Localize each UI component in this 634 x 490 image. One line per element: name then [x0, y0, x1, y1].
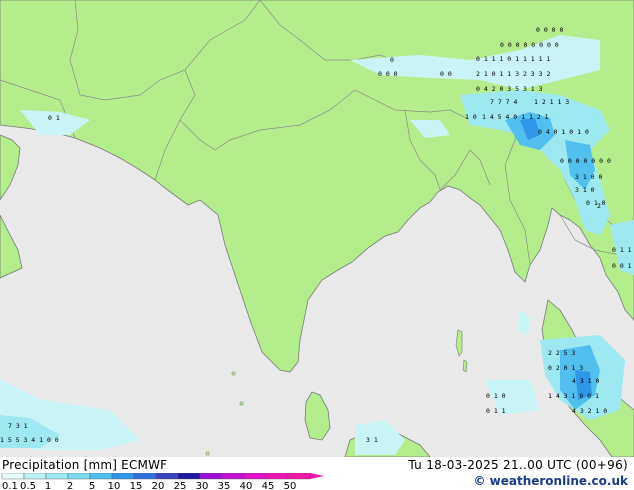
- legend-label: 40: [240, 481, 253, 490]
- legend-swatch: [111, 473, 135, 480]
- legend-swatch: [45, 473, 69, 480]
- precip-number: 7 7 7 4: [490, 98, 517, 106]
- precip-number: 0 1 1: [486, 407, 506, 415]
- legend-label: 50: [284, 481, 297, 490]
- precip-number: 3 1: [366, 436, 378, 444]
- legend-swatch: [243, 473, 267, 480]
- legend-label: 25: [174, 481, 187, 490]
- precip-number: 0 0 0: [378, 70, 398, 78]
- legend-swatch: [177, 473, 201, 480]
- precipitation-map: 0 0 0 0 0 0 0 0 0 0 0 0 0 0 0 0 0 2 1 0 …: [0, 0, 634, 457]
- precip-number: 1 2 1 1 3: [534, 98, 569, 106]
- legend-swatch: [1, 473, 25, 480]
- legend-swatch: [199, 473, 223, 480]
- precip-number: 1 0: [465, 113, 477, 121]
- legend-label: 45: [262, 481, 275, 490]
- precip-number: 0: [390, 56, 394, 64]
- precip-number: 0 0 1: [612, 262, 632, 270]
- precip-number: 1 4 3 1 9 0 1: [548, 392, 599, 400]
- legend-label: 0.5: [20, 481, 36, 490]
- precip-number: 0 2 0 1 3: [548, 364, 583, 372]
- precip-number: 0 1: [48, 114, 60, 122]
- precip-number: 0 4 0 1 0 1 0: [538, 128, 589, 136]
- precip-number: 0 0 0 0 0 0 0: [560, 157, 611, 165]
- map-title: Precipitation [mm] ECMWF: [2, 458, 168, 472]
- legend-swatch: [89, 473, 113, 480]
- legend-label: 30: [196, 481, 209, 490]
- legend-label: 5: [89, 481, 95, 490]
- map-footer: Precipitation [mm] ECMWF Tu 18-03-2025 2…: [0, 457, 634, 490]
- precip-number: 1 5 5 3 4 1 0 0: [0, 436, 59, 444]
- legend-label: 1: [45, 481, 51, 490]
- precip-number: 4 3 1 0: [572, 377, 599, 385]
- legend-swatch: [23, 473, 47, 480]
- precip-number: 0 0: [440, 70, 452, 78]
- precip-number: 2 2 5 3: [548, 349, 575, 357]
- precip-number: 0 4 2 0 3 5 3 1 3: [476, 85, 543, 93]
- legend-label: 10: [108, 481, 121, 490]
- legend-swatch: [155, 473, 179, 480]
- legend-label: 0.1: [2, 481, 18, 490]
- legend-swatch: [265, 473, 289, 480]
- legend-swatch: [67, 473, 91, 480]
- precip-number: 0 0 0 0: [536, 26, 563, 34]
- legend-label: 35: [218, 481, 231, 490]
- precip-number: 0 0 0 0 0 0 0 0: [500, 41, 559, 49]
- legend-label: 2: [67, 481, 73, 490]
- legend-label: 20: [152, 481, 165, 490]
- precip-number: 2 1 0 1 1 3 2 3 3 2: [476, 70, 550, 78]
- precip-number: 4 3 2 1 0: [572, 407, 607, 415]
- site-credit[interactable]: © weatheronline.co.uk: [473, 474, 628, 488]
- precip-number: 0 1 0: [486, 392, 506, 400]
- legend-arrow: [310, 473, 324, 479]
- precip-number: 3 1 0 0: [575, 173, 602, 181]
- precip-number: 7 3 1: [8, 422, 28, 430]
- precip-number: 3 1 0: [575, 186, 595, 194]
- forecast-datetime: Tu 18-03-2025 21..00 UTC (00+96): [408, 458, 628, 472]
- precipitation-legend: 0.1 0.5 1 2 5 10 15 20 25 30 35 40 45 50: [1, 473, 324, 490]
- precip-number: 0 1 1 1 0 1 1 1 1 1: [476, 55, 550, 63]
- precip-number: 0 1 1: [612, 246, 632, 254]
- legend-swatch: [287, 473, 311, 480]
- precip-number: 0 1 0: [586, 199, 606, 207]
- legend-label: 15: [130, 481, 143, 490]
- precip-number: 2: [597, 202, 601, 210]
- precip-number: 1 4 5 4 0 1 1 2 1: [482, 113, 549, 121]
- legend-swatch: [133, 473, 157, 480]
- legend-swatch: [221, 473, 245, 480]
